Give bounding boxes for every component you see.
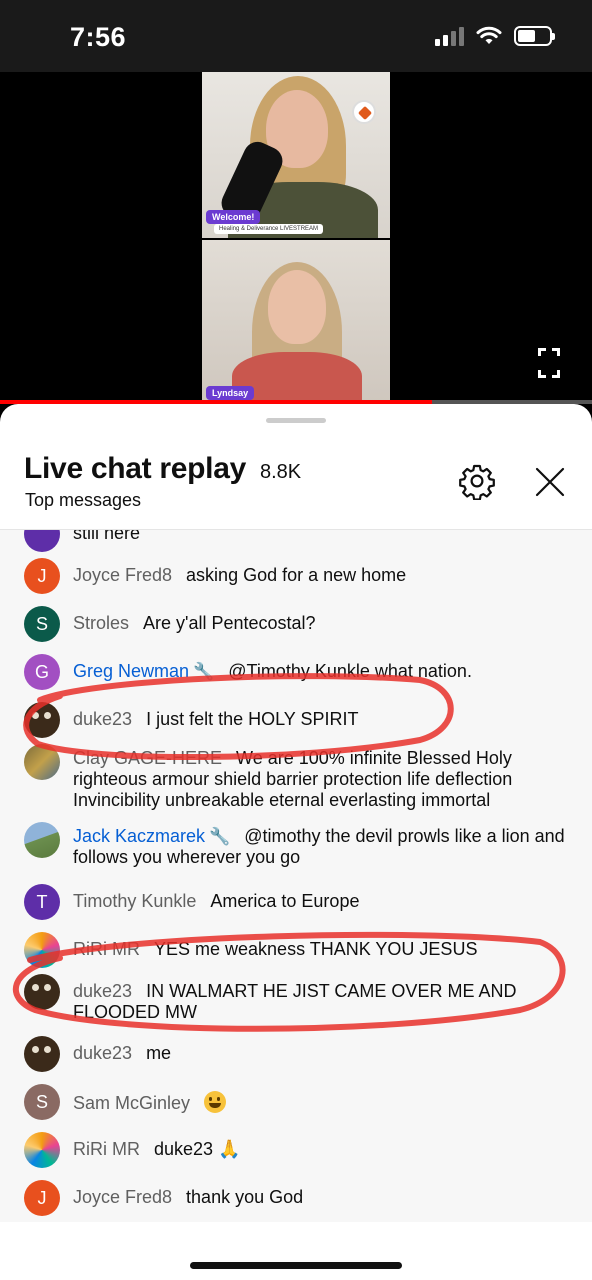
author-name[interactable]: Joyce Fred8 bbox=[73, 1187, 172, 1207]
author-name[interactable]: duke23 bbox=[73, 981, 132, 1001]
avatar[interactable]: G bbox=[24, 654, 60, 690]
signal-bars-icon bbox=[435, 26, 464, 46]
message-text: thank you God bbox=[186, 1187, 304, 1207]
battery-icon bbox=[514, 26, 555, 46]
chat-list[interactable]: still here J Joyce Fred8 asking God for a… bbox=[0, 530, 592, 1222]
author-name[interactable]: duke23 bbox=[73, 709, 132, 729]
chat-message: Jack Kaczmarek 🔧 @timothy the devil prowls… bbox=[24, 822, 569, 868]
avatar[interactable] bbox=[24, 974, 60, 1010]
chat-message: J Joyce Fred8 thank you God bbox=[24, 1180, 569, 1216]
gear-icon[interactable] bbox=[458, 462, 496, 500]
author-name[interactable]: Stroles bbox=[73, 613, 129, 633]
avatar[interactable] bbox=[24, 1132, 60, 1168]
chat-message: RiRi MR YES me weakness THANK YOU JESUS bbox=[24, 932, 569, 968]
grinning-face-emoji bbox=[204, 1091, 227, 1113]
message-text: YES me weakness THANK YOU JESUS bbox=[154, 939, 478, 959]
author-name[interactable]: Greg Newman 🔧 bbox=[73, 661, 214, 681]
chat-message: duke23 IN WALMART HE JIST CAME OVER ME AN… bbox=[24, 974, 569, 1023]
status-time: 7:56 bbox=[70, 22, 127, 52]
chat-header: Live chat replay 8.8K Top messages bbox=[0, 434, 592, 530]
message-text: duke23 bbox=[154, 1139, 214, 1159]
chat-message: RiRi MR duke23 🙏 bbox=[24, 1132, 569, 1168]
avatar[interactable]: J bbox=[24, 1180, 60, 1216]
channel-logo-badge bbox=[352, 100, 376, 124]
drag-handle[interactable] bbox=[266, 418, 326, 423]
message-text: @Timothy Kunkle what nation. bbox=[228, 661, 472, 681]
author-name[interactable]: Timothy Kunkle bbox=[73, 891, 196, 911]
status-bar: 7:56 bbox=[0, 0, 592, 72]
author-name[interactable]: Jack Kaczmarek 🔧 bbox=[73, 826, 230, 846]
name-tag: Lyndsay bbox=[206, 386, 255, 400]
avatar[interactable]: J bbox=[24, 558, 60, 594]
video-cam-top: Welcome! Healing & Deliverance LIVESTREA… bbox=[202, 72, 390, 238]
chat-message: duke23 I just felt the HOLY SPIRIT bbox=[24, 702, 569, 738]
fullscreen-icon[interactable] bbox=[538, 348, 560, 378]
status-icons bbox=[435, 26, 555, 46]
avatar[interactable]: S bbox=[24, 1084, 60, 1120]
chat-message: G Greg Newman 🔧 @Timothy Kunkle what natio… bbox=[24, 654, 569, 690]
message-text: I just felt the HOLY SPIRIT bbox=[146, 709, 359, 729]
chat-message: S Sam McGinley bbox=[24, 1084, 569, 1120]
author-name[interactable]: Clay GAGE-HERE bbox=[73, 748, 222, 768]
welcome-badge: Welcome! bbox=[206, 210, 261, 224]
chat-mode-selector[interactable]: Top messages bbox=[25, 490, 141, 511]
chat-message: T Timothy Kunkle America to Europe bbox=[24, 884, 569, 920]
message-text: Are y'all Pentecostal? bbox=[143, 613, 316, 633]
viewer-count: 8.8K bbox=[259, 461, 302, 483]
video-cam-bottom: Lyndsay bbox=[202, 240, 390, 402]
author-name[interactable]: Joyce Fred8 bbox=[73, 565, 172, 585]
avatar[interactable]: T bbox=[24, 884, 60, 920]
message-text: America to Europe bbox=[210, 891, 360, 911]
wrench-icon: 🔧 bbox=[209, 827, 231, 846]
wrench-icon: 🔧 bbox=[193, 662, 215, 681]
author-name[interactable]: duke23 bbox=[73, 1043, 132, 1063]
avatar[interactable] bbox=[24, 744, 60, 780]
message-text: still here bbox=[73, 530, 141, 543]
author-name[interactable]: RiRi MR bbox=[73, 939, 140, 959]
chat-title: Live chat replay bbox=[24, 452, 246, 485]
chat-message: Clay GAGE-HERE We are 100% infinite Bless… bbox=[24, 744, 569, 811]
avatar[interactable] bbox=[24, 702, 60, 738]
avatar[interactable] bbox=[24, 932, 60, 968]
close-icon[interactable] bbox=[530, 462, 570, 502]
avatar[interactable] bbox=[24, 822, 60, 858]
chat-message-partial: still here bbox=[24, 530, 569, 552]
avatar bbox=[24, 530, 60, 552]
author-name[interactable]: RiRi MR bbox=[73, 1139, 140, 1159]
avatar[interactable]: S bbox=[24, 606, 60, 642]
message-text: asking God for a new home bbox=[186, 565, 407, 585]
message-text: IN WALMART HE JIST CAME OVER ME AND FLOO… bbox=[73, 981, 517, 1022]
author-name[interactable]: Sam McGinley bbox=[73, 1093, 190, 1113]
wifi-icon bbox=[476, 26, 502, 44]
chat-message: J Joyce Fred8 asking God for a new home bbox=[24, 558, 569, 594]
avatar[interactable] bbox=[24, 1036, 60, 1072]
home-indicator[interactable] bbox=[190, 1262, 402, 1269]
live-chat-sheet: Live chat replay 8.8K Top messages still… bbox=[0, 404, 592, 1280]
folded-hands-emoji: 🙏 bbox=[218, 1139, 241, 1159]
video-player[interactable]: Welcome! Healing & Deliverance LIVESTREA… bbox=[0, 72, 592, 402]
message-text: me bbox=[146, 1043, 172, 1063]
chat-message: duke23 me bbox=[24, 1036, 569, 1072]
livestream-subbadge: Healing & Deliverance LIVESTREAM bbox=[214, 224, 324, 234]
chat-message: S Stroles Are y'all Pentecostal? bbox=[24, 606, 569, 642]
